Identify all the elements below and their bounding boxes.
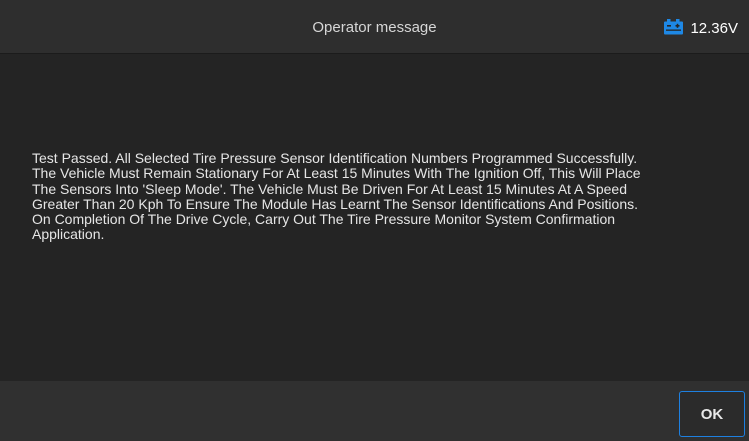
battery-voltage: 12.36V <box>690 19 738 37</box>
ok-button[interactable]: OK <box>679 391 745 437</box>
operator-message-screen: Operator message 12.36V Test Passed. All… <box>0 0 749 441</box>
message-area: Test Passed. All Selected Tire Pressure … <box>0 54 749 381</box>
vehicle-battery-icon <box>663 18 685 36</box>
battery-status: 12.36V <box>663 0 738 54</box>
title-bar: Operator message 12.36V <box>0 0 749 54</box>
operator-message-text: Test Passed. All Selected Tire Pressure … <box>32 150 641 243</box>
page-title: Operator message <box>312 19 437 36</box>
footer-bar: OK <box>0 381 749 441</box>
